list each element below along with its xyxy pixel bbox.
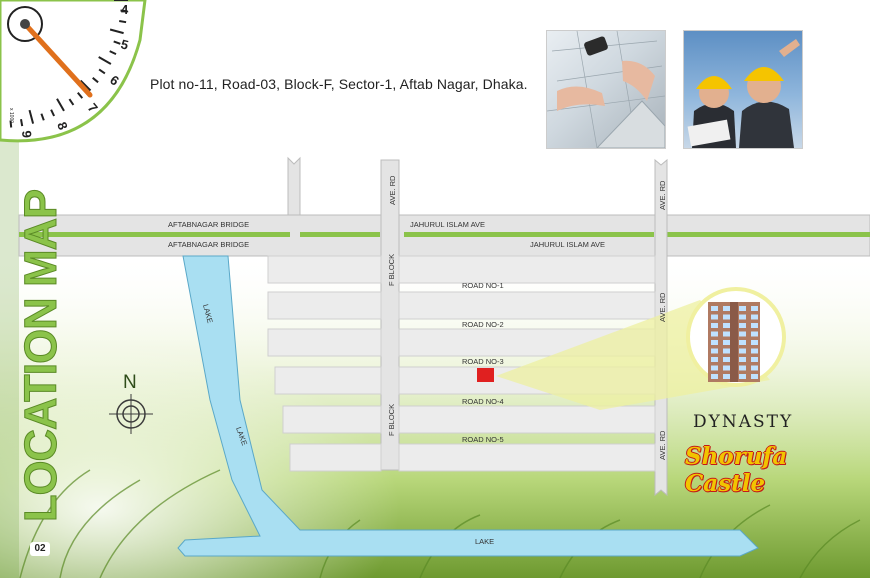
gauge-dial: 4 5 6 7 8 9 x 1000 bbox=[0, 0, 147, 143]
engineers-image bbox=[687, 39, 800, 148]
building-window bbox=[723, 306, 730, 311]
gauge-unit: x 1000 bbox=[8, 108, 14, 123]
page-title: LOCATION MAP bbox=[15, 190, 66, 522]
building-window bbox=[739, 340, 746, 345]
label-road-5: ROAD NO-5 bbox=[462, 435, 504, 444]
building-window bbox=[739, 348, 746, 354]
building-window bbox=[723, 314, 730, 320]
label-road-4: ROAD NO-4 bbox=[462, 397, 504, 406]
plot-marker[interactable] bbox=[477, 368, 494, 382]
label-avenue-bottom: JAHURUL ISLAM AVE bbox=[530, 240, 605, 249]
label-avenue-top: JAHURUL ISLAM AVE bbox=[410, 220, 485, 229]
building-window bbox=[723, 331, 730, 337]
label-lake-bottom: LAKE bbox=[475, 537, 494, 546]
photo-blueprint bbox=[546, 30, 666, 149]
building-window bbox=[739, 323, 746, 328]
label-ave-rd-1: AVE. RD bbox=[388, 175, 397, 205]
building-window bbox=[739, 357, 746, 362]
label-bridge-bottom: AFTABNAGAR BRIDGE bbox=[168, 240, 249, 249]
building-window bbox=[723, 340, 730, 345]
building-window bbox=[711, 365, 718, 371]
building-window bbox=[723, 357, 730, 362]
building-window bbox=[751, 365, 758, 371]
building-window bbox=[751, 357, 758, 362]
building-window bbox=[751, 331, 758, 337]
building-window bbox=[711, 348, 718, 354]
building-window bbox=[711, 374, 718, 379]
gauge-number-9: 9 bbox=[19, 130, 35, 139]
gauge-tick bbox=[119, 20, 127, 24]
building-window bbox=[739, 365, 746, 371]
building-window bbox=[723, 365, 730, 371]
building-window bbox=[751, 314, 758, 320]
label-f-block-1: F BLOCK bbox=[387, 254, 396, 286]
page-number: 02 bbox=[30, 542, 50, 556]
building-icon bbox=[708, 302, 760, 382]
label-ave-rd-2: AVE. RD bbox=[658, 180, 667, 210]
photo-engineers bbox=[683, 30, 803, 149]
building-window bbox=[711, 340, 718, 345]
building-window bbox=[739, 306, 746, 311]
brand-dynasty: DYNASTY bbox=[693, 412, 794, 432]
label-ave-rd-3: AVE. RD bbox=[658, 292, 667, 322]
building-window bbox=[711, 306, 718, 311]
building-window bbox=[739, 314, 746, 320]
brand-shorufa-castle: Shorufa Castle bbox=[685, 443, 788, 497]
building-window bbox=[711, 331, 718, 337]
building-window bbox=[723, 348, 730, 354]
address-text: Plot no-11, Road-03, Block-F, Sector-1, … bbox=[150, 76, 528, 92]
label-road-2: ROAD NO-2 bbox=[462, 320, 504, 329]
building-window bbox=[711, 357, 718, 362]
building-window bbox=[711, 314, 718, 320]
building-window bbox=[739, 331, 746, 337]
label-f-block-2: F BLOCK bbox=[387, 404, 396, 436]
blueprint-image bbox=[546, 30, 666, 149]
label-ave-rd-4: AVE. RD bbox=[658, 430, 667, 460]
building-window bbox=[739, 374, 746, 379]
gauge-number-4: 4 bbox=[121, 2, 129, 17]
gauge-tick bbox=[20, 119, 24, 127]
building-window bbox=[751, 348, 758, 354]
building-window bbox=[723, 323, 730, 328]
north-label: N bbox=[123, 372, 137, 393]
label-bridge-top: AFTABNAGAR BRIDGE bbox=[168, 220, 249, 229]
building-window bbox=[711, 323, 718, 328]
label-road-1: ROAD NO-1 bbox=[462, 281, 504, 290]
building-window bbox=[751, 340, 758, 345]
building-window bbox=[751, 374, 758, 379]
label-road-3: ROAD NO-3 bbox=[462, 357, 504, 366]
building-window bbox=[723, 374, 730, 379]
building-window bbox=[751, 323, 758, 328]
building-window bbox=[751, 306, 758, 311]
